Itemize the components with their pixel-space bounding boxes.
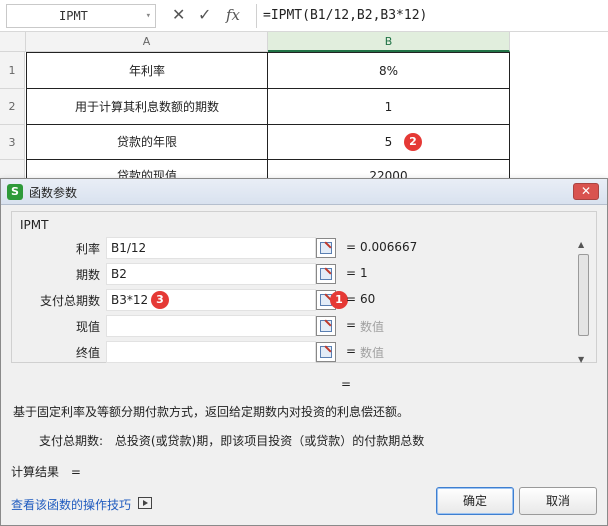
- function-name: IPMT: [20, 218, 49, 232]
- cell-a1[interactable]: 年利率: [26, 52, 268, 89]
- dialog-title: 函数参数: [29, 186, 78, 200]
- row-header-2[interactable]: 2: [0, 89, 25, 125]
- param-description: 支付总期数: 总投资(或贷款)期，即该项目投资（或贷款）的付款期总数: [39, 432, 424, 449]
- formula-bar: IPMT ▾ ✕ ✓ fx =IPMT(B1/12,B2,B3*12): [0, 0, 608, 32]
- arg-value-rate: 0.006667: [360, 240, 418, 254]
- select-all-corner[interactable]: [0, 32, 26, 52]
- wps-app-icon: S: [7, 184, 23, 200]
- arg-input-pv[interactable]: [106, 315, 316, 337]
- arg-label-fv: 终值: [75, 346, 100, 360]
- cancel-button[interactable]: 取消: [519, 487, 597, 515]
- calc-result-label: 计算结果: [11, 465, 60, 479]
- arg-input-fv[interactable]: [106, 341, 316, 363]
- cell-b3-value: 5: [384, 135, 393, 149]
- arg-row-nper: 支付总期数 B3*12 3 1 = 60: [12, 288, 572, 312]
- args-scrollbar[interactable]: ▲ ▼: [576, 240, 592, 364]
- arg-label-rate: 利率: [75, 242, 100, 256]
- cancel-formula-icon[interactable]: ✕: [172, 5, 185, 25]
- arguments-group: IPMT 利率 B1/12 = 0.006667 期数 B2 = 1 支付总期数…: [11, 211, 597, 364]
- param-desc-text: 总投资(或贷款)期，即该项目投资（或贷款）的付款期总数: [114, 434, 425, 448]
- arg-value-fv: 数值: [360, 346, 385, 360]
- calc-result-eq: =: [70, 465, 81, 479]
- arg-eq: =: [346, 318, 357, 332]
- help-link[interactable]: 查看该函数的操作技巧: [11, 496, 131, 513]
- cell-b3[interactable]: 5 2: [268, 125, 510, 160]
- range-select-icon[interactable]: [316, 238, 336, 258]
- arg-eq: =: [346, 344, 357, 358]
- function-description: 基于固定利率及等额分期付款方式，返回给定期数内对投资的利息偿还额。: [13, 405, 410, 419]
- calc-result: 计算结果 =: [11, 463, 81, 480]
- column-header-b[interactable]: B: [268, 32, 510, 52]
- ok-button[interactable]: 确定: [436, 487, 514, 515]
- function-arguments-dialog: S 函数参数 ✕ IPMT 利率 B1/12 = 0.006667 期数 B2 …: [0, 178, 608, 526]
- arg-row-per: 期数 B2 = 1: [12, 262, 572, 286]
- confirm-formula-icon[interactable]: ✓: [198, 5, 211, 25]
- cell-b2[interactable]: 1: [268, 89, 510, 125]
- arg-value-per: 1: [360, 266, 368, 280]
- arg-eq: =: [346, 240, 357, 254]
- param-name: 支付总期数:: [39, 434, 104, 448]
- name-box[interactable]: IPMT ▾: [6, 4, 156, 28]
- arg-row-fv: 终值 = 数值: [12, 340, 572, 364]
- cell-a3[interactable]: 贷款的年限: [26, 125, 268, 160]
- arg-value-nper: 60: [360, 292, 376, 306]
- arg-eq: =: [346, 266, 357, 280]
- range-select-icon[interactable]: [316, 264, 336, 284]
- cell-b1[interactable]: 8%: [268, 52, 510, 89]
- row-header-3[interactable]: 3: [0, 125, 25, 160]
- arg-label-pv: 现值: [75, 320, 100, 334]
- chevron-down-icon[interactable]: ▾: [146, 5, 151, 27]
- arg-input-per[interactable]: B2: [106, 263, 316, 285]
- arg-row-rate: 利率 B1/12 = 0.006667: [12, 236, 572, 260]
- scroll-down-icon[interactable]: ▼: [578, 355, 584, 364]
- arg-input-nper[interactable]: B3*12 3: [106, 289, 316, 311]
- video-play-icon[interactable]: [138, 497, 152, 509]
- step-badge-2: 2: [404, 133, 422, 151]
- insert-function-icon[interactable]: fx: [226, 5, 240, 25]
- name-box-value: IPMT: [59, 9, 88, 23]
- arg-row-pv: 现值 = 数值: [12, 314, 572, 338]
- arg-input-rate[interactable]: B1/12: [106, 237, 316, 259]
- arg-label-per: 期数: [75, 268, 100, 282]
- formula-input[interactable]: =IPMT(B1/12,B2,B3*12): [256, 4, 604, 28]
- formula-result-eq: =: [341, 377, 352, 391]
- arg-input-nper-value: B3*12: [111, 293, 149, 307]
- range-select-icon[interactable]: [316, 316, 336, 336]
- close-button[interactable]: ✕: [573, 183, 599, 200]
- step-badge-3: 3: [151, 291, 169, 309]
- range-select-icon[interactable]: [316, 342, 336, 362]
- arg-label-nper: 支付总期数: [39, 294, 100, 308]
- arg-value-pv: 数值: [360, 320, 385, 334]
- scroll-up-icon[interactable]: ▲: [578, 240, 584, 249]
- dialog-titlebar[interactable]: S 函数参数 ✕: [1, 179, 607, 205]
- arg-eq: =: [346, 292, 357, 306]
- column-header-a[interactable]: A: [26, 32, 268, 52]
- row-header-1[interactable]: 1: [0, 52, 25, 89]
- cell-a2[interactable]: 用于计算其利息数额的期数: [26, 89, 268, 125]
- scrollbar-thumb[interactable]: [578, 254, 589, 336]
